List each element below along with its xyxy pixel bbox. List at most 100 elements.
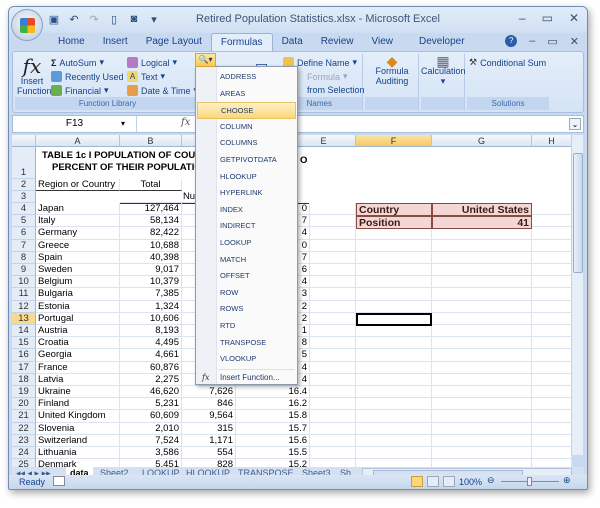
office-button[interactable] [11,9,43,41]
redo-icon[interactable]: ↷ [87,13,101,26]
empty-cell[interactable] [356,300,432,313]
empty-cell[interactable] [532,337,572,350]
tab-formulas[interactable]: Formulas [210,33,273,51]
empty-cell[interactable] [292,373,356,386]
empty-cell[interactable] [292,227,356,240]
cell-total[interactable]: 60,609 [120,410,182,423]
cell-country[interactable]: Germany [36,227,120,240]
row-header-5[interactable]: 5 [12,215,36,228]
empty-cell[interactable] [532,410,572,423]
expand-formula-bar-icon[interactable]: ⌄ [569,118,581,130]
cell-c[interactable]: 9,564 [182,410,236,423]
empty-cell[interactable] [432,312,532,325]
menu-item-columns[interactable]: COLUMNS [197,135,296,152]
menu-item-address[interactable]: ADDRESS [197,69,296,86]
maximize-icon[interactable]: ▭ [542,11,553,25]
normal-view-icon[interactable] [411,476,423,487]
cell-country[interactable]: Ukraine [36,386,120,399]
empty-cell[interactable] [356,251,432,264]
empty-cell[interactable] [356,373,432,386]
column-header-e[interactable]: E [292,135,356,147]
cell-country[interactable]: Greece [36,239,120,252]
empty-cell[interactable] [356,398,432,411]
cell-country[interactable]: United Kingdom [36,410,120,423]
create-from-selection-button[interactable]: from Selection [307,85,365,95]
row-header-12[interactable]: 12 [12,300,36,313]
row-header-2[interactable]: 2 [12,179,36,191]
lookup-country-value[interactable]: United States [432,203,532,216]
cell-country[interactable]: Portugal [36,312,120,325]
row-header-24[interactable]: 24 [12,447,36,460]
row-header-21[interactable]: 21 [12,410,36,423]
cell-total[interactable]: 127,464 [120,203,182,216]
cell-c[interactable]: 7,626 [182,386,236,399]
menu-item-index[interactable]: INDEX [197,202,296,219]
menu-item-column[interactable]: COLUMN [197,119,296,136]
zoom-in-icon[interactable]: ⊕ [563,475,571,486]
empty-cell[interactable] [432,276,532,289]
cell-total[interactable]: 46,620 [120,386,182,399]
cell-total[interactable]: 4,495 [120,337,182,350]
logical-button[interactable]: Logical ▾ [127,57,177,68]
empty-cell[interactable] [432,288,532,301]
empty-cell[interactable] [292,288,356,301]
empty-cell[interactable] [292,337,356,350]
scroll-thumb[interactable] [573,153,583,273]
active-cell-f13[interactable] [356,312,432,326]
row-header-16[interactable]: 16 [12,349,36,362]
empty-cell[interactable] [356,288,432,301]
financial-button[interactable]: Financial ▾ [51,85,109,96]
lookup-position-value[interactable]: 41 [432,216,532,229]
tab-review[interactable]: Review [312,33,363,51]
lookup-country-label[interactable]: Country [356,203,432,216]
row-header-8[interactable]: 8 [12,251,36,264]
cell-total[interactable]: 8,193 [120,325,182,338]
cell-country[interactable]: Sweden [36,264,120,277]
column-header-a[interactable]: A [36,135,120,147]
cell-total[interactable]: 82,422 [120,227,182,240]
cell-total[interactable]: 40,398 [120,251,182,264]
empty-cell[interactable] [292,215,356,228]
row-header-3[interactable]: 3 [12,191,36,203]
cell-total[interactable]: 2,010 [120,422,182,435]
empty-cell[interactable] [356,422,432,435]
empty-cell[interactable] [532,227,572,240]
menu-item-hlookup[interactable]: HLOOKUP [197,169,296,186]
empty-cell[interactable] [432,434,532,447]
empty-cell[interactable] [356,349,432,362]
vertical-scrollbar[interactable] [571,135,583,455]
zoom-level[interactable]: 100% [459,477,482,487]
empty-cell[interactable] [356,410,432,423]
empty-cell[interactable] [432,239,532,252]
empty-cell[interactable] [532,398,572,411]
cell-c[interactable]: 315 [182,422,236,435]
cell-country[interactable]: Spain [36,251,120,264]
page-break-view-icon[interactable] [443,476,455,487]
empty-cell[interactable] [432,227,532,240]
undo-icon[interactable]: ↶ [67,13,81,26]
lookup-position-label[interactable]: Position [356,216,432,229]
cell-country[interactable]: Japan [36,203,120,216]
empty-cell[interactable] [432,398,532,411]
macro-record-icon[interactable] [53,476,65,486]
cell-total[interactable]: 2,275 [120,373,182,386]
menu-item-insert-function[interactable]: fx Insert Function... [197,370,296,387]
menu-item-offset[interactable]: OFFSET [197,268,296,285]
customize-icon[interactable]: ▾ [147,13,161,26]
cell-country[interactable]: Austria [36,325,120,338]
empty-cell[interactable] [532,386,572,399]
row-header-18[interactable]: 18 [12,373,36,386]
cell-country[interactable]: Estonia [36,300,120,313]
tab-insert[interactable]: Insert [94,33,137,51]
name-box-dropdown-icon[interactable]: ▾ [121,116,125,132]
cell-total[interactable]: 3,586 [120,447,182,460]
cell-total[interactable]: 10,606 [120,312,182,325]
empty-cell[interactable] [532,422,572,435]
lookup-reference-button[interactable]: 🔍▾ [195,53,216,67]
cell-country[interactable]: Italy [36,215,120,228]
cell-c[interactable]: 828 [182,459,236,467]
row-header-19[interactable]: 19 [12,386,36,399]
cell-c[interactable]: 554 [182,447,236,460]
empty-cell[interactable] [532,434,572,447]
tab-data[interactable]: Data [273,33,312,51]
